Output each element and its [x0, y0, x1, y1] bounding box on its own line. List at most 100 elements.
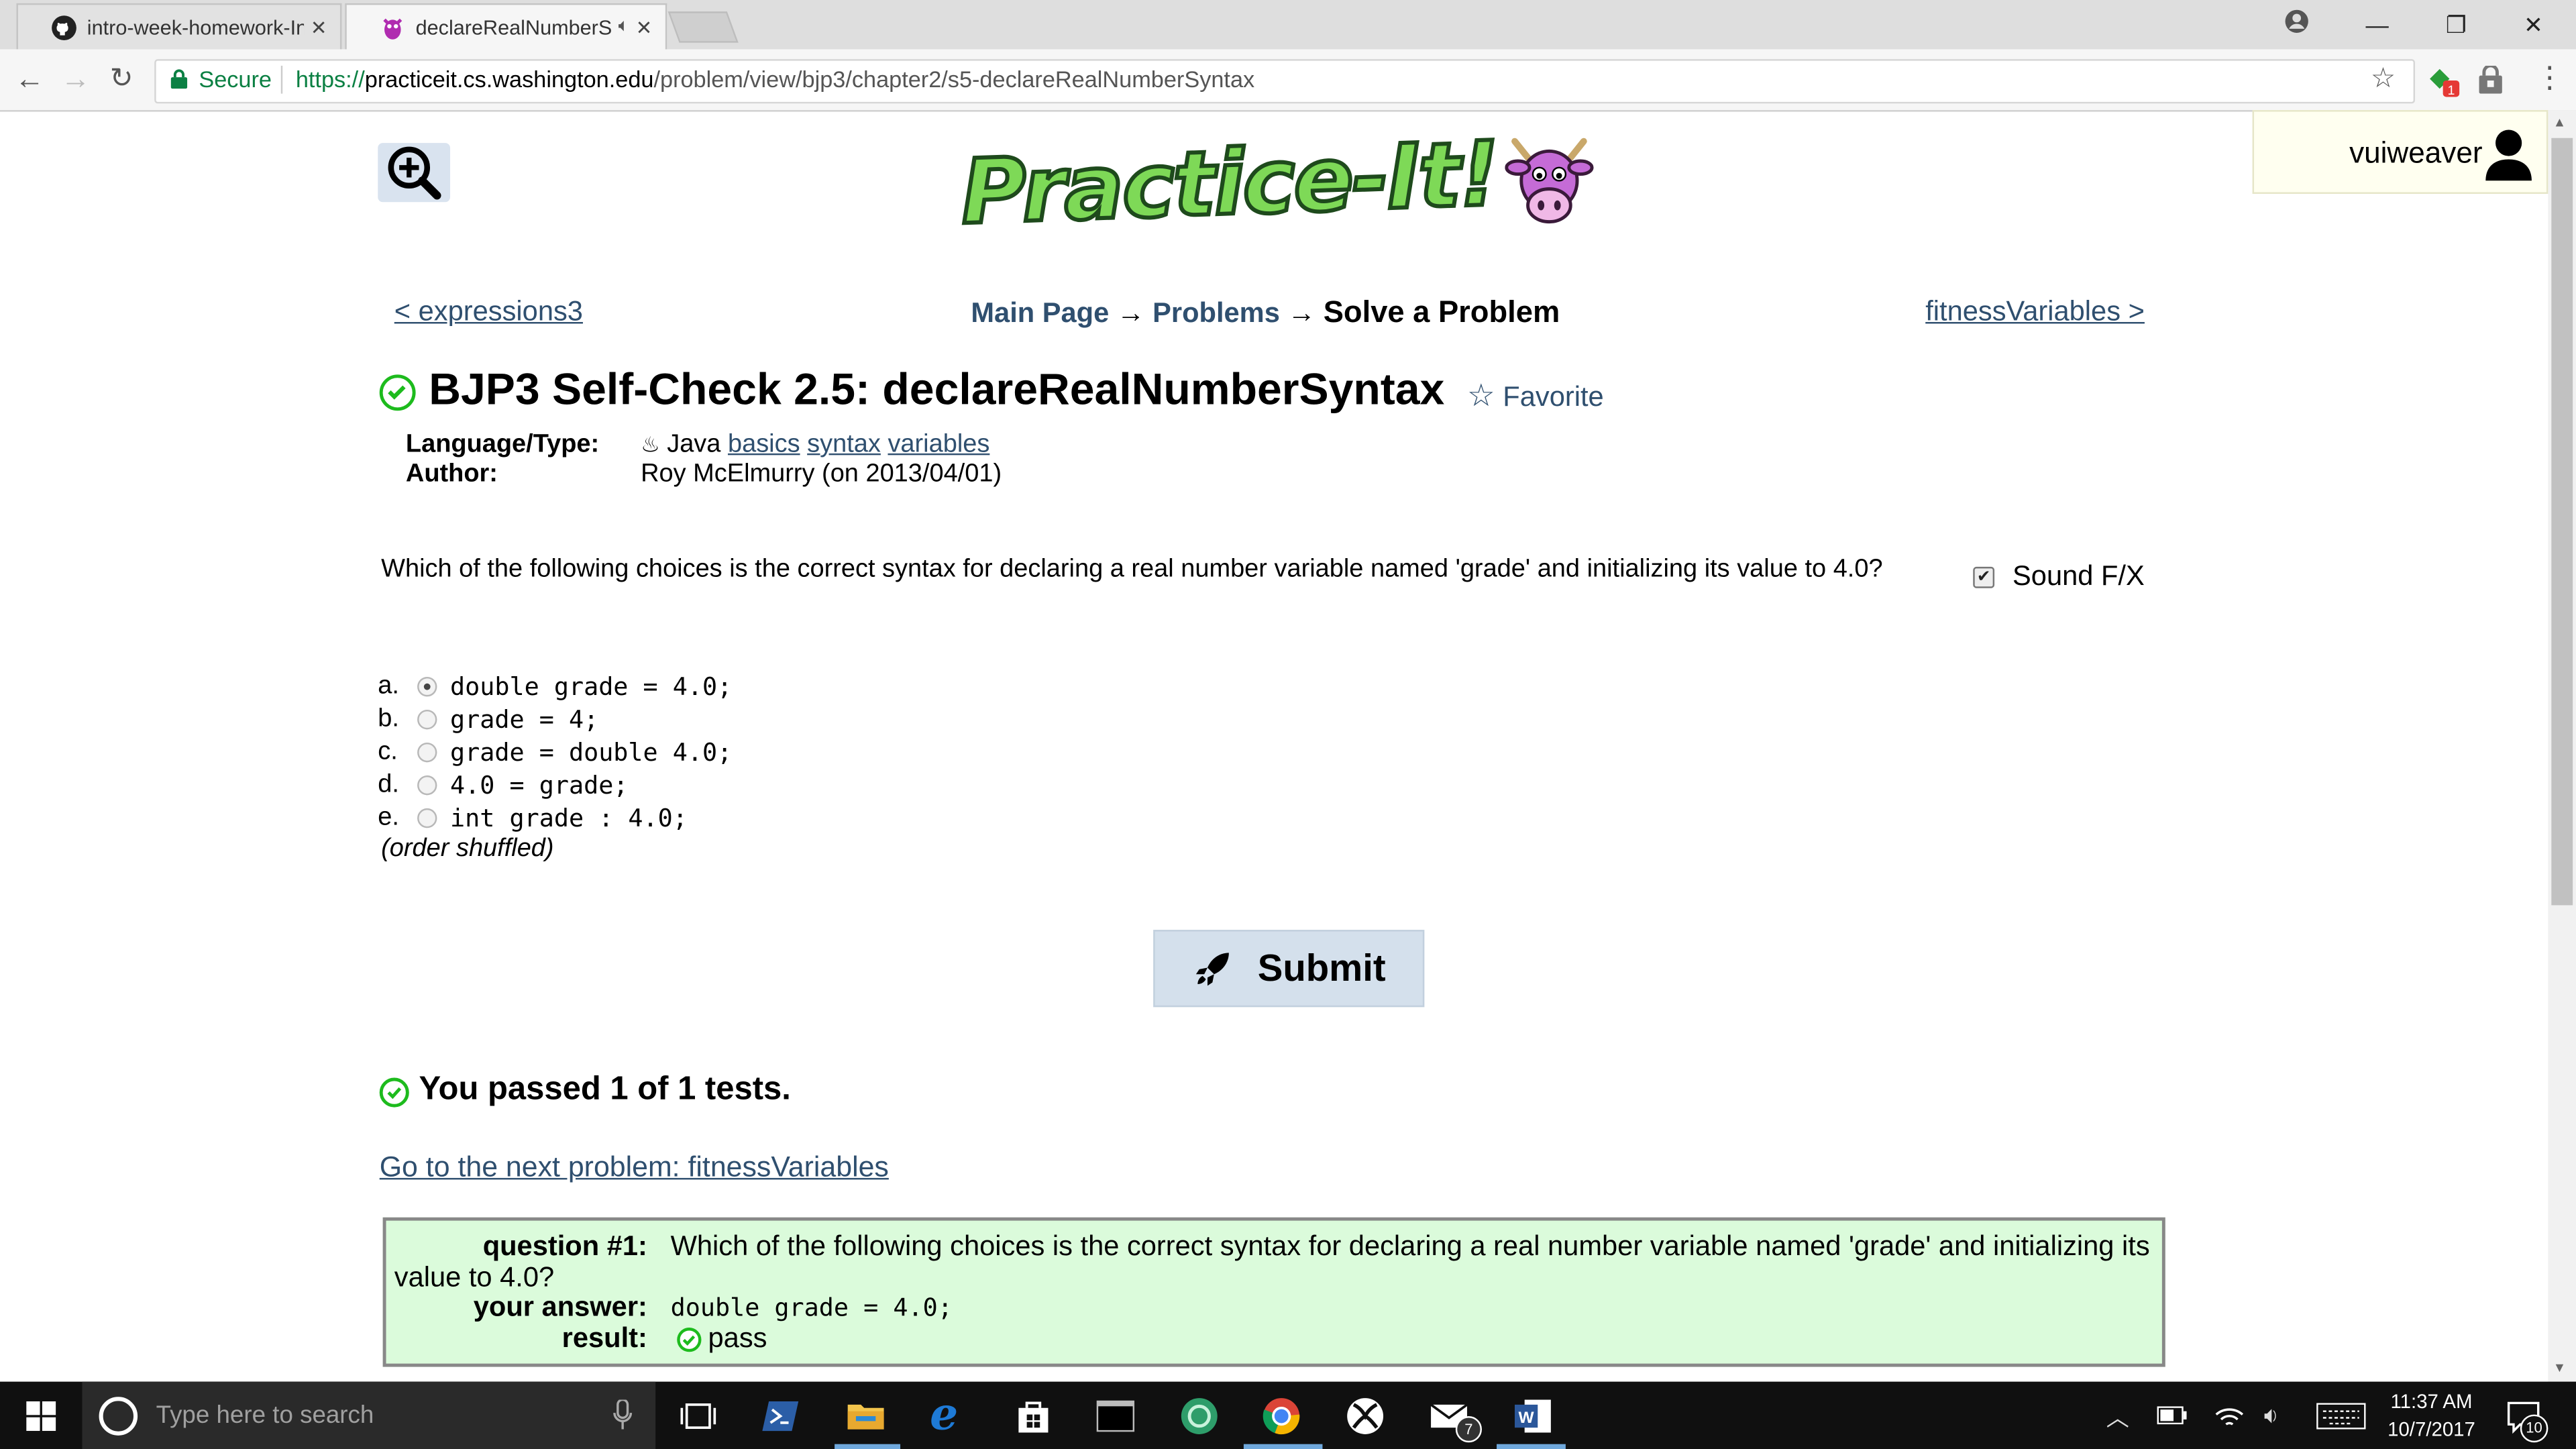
breadcrumb-arrow: → [1116, 297, 1145, 329]
result-status: pass [708, 1322, 767, 1354]
terminal-icon[interactable] [1095, 1397, 1135, 1436]
extension-icon[interactable]: 1 [2425, 62, 2461, 99]
close-tab-icon[interactable]: ✕ [636, 15, 653, 38]
breadcrumb: Main Page → Problems → Solve a Problem [971, 294, 1560, 330]
submit-button[interactable]: Submit [1153, 930, 1425, 1008]
battery-icon[interactable] [2157, 1406, 2187, 1425]
cow-mascot-icon [1505, 138, 1594, 224]
screen: intro-week-homework-In ✕ declareRealNumb… [0, 0, 2576, 1449]
show-hidden-icons[interactable]: ︿ [2106, 1401, 2129, 1434]
cortana-icon[interactable] [97, 1395, 140, 1438]
result-answer-label: your answer: [473, 1291, 647, 1323]
chrome-icon[interactable] [1262, 1397, 1301, 1436]
url-text[interactable]: https://practiceit.cs.washington.edu/pro… [296, 66, 1254, 92]
star-outline-icon: ☆ [1466, 379, 1495, 415]
next-problem-cta-text[interactable]: Go to the next problem: fitnessVariables [380, 1150, 889, 1183]
close-window-button[interactable]: ✕ [2496, 0, 2571, 49]
username[interactable]: vuiweaver [2349, 136, 2482, 170]
powershell-icon[interactable] [762, 1397, 802, 1436]
prev-problem-link[interactable]: < expressions3 [394, 296, 583, 329]
choice-a[interactable]: a. double grade = 4.0; [378, 670, 732, 703]
next-problem-link[interactable]: fitnessVariables > [1925, 296, 2145, 329]
active-app-indicator [1243, 1444, 1323, 1449]
choice-d[interactable]: d. 4.0 = grade; [378, 769, 628, 802]
secure-label: Secure [199, 65, 272, 93]
minimize-button[interactable]: — [2339, 0, 2415, 49]
radio-button[interactable] [417, 676, 437, 697]
url-scheme: https:// [295, 65, 365, 93]
word-icon[interactable]: W [1513, 1397, 1553, 1436]
tag-basics[interactable]: basics [728, 431, 800, 459]
radio-button[interactable] [417, 709, 437, 730]
tag-variables[interactable]: variables [888, 431, 989, 459]
restore-button[interactable]: ❐ [2418, 0, 2494, 49]
language-value: ♨ Java basics syntax variables [641, 431, 989, 460]
secure-indicator[interactable]: Secure [170, 65, 272, 93]
prev-problem-text[interactable]: < expressions3 [394, 296, 583, 327]
tag-syntax[interactable]: syntax [807, 431, 881, 459]
audio-playing-icon[interactable]: 🔈︎ [619, 16, 629, 38]
mail-badge: 7 [1455, 1416, 1482, 1443]
radio-button[interactable] [417, 742, 437, 763]
tab-practiceit[interactable]: declareRealNumberSy 🔈︎ ✕ [345, 3, 667, 50]
menu-icon[interactable]: ⋮ [2535, 61, 2565, 95]
submit-label: Submit [1257, 946, 1386, 989]
sound-fx-toggle[interactable]: ✔ Sound F/X [1973, 560, 2145, 593]
result-status-label: result: [561, 1322, 647, 1354]
choice-b[interactable]: b. grade = 4; [378, 703, 598, 736]
breadcrumb-current: Solve a Problem [1323, 294, 1560, 329]
bookmark-star-icon[interactable]: ☆ [2371, 62, 2396, 95]
choice-c[interactable]: c. grade = double 4.0; [378, 736, 732, 769]
microphone-icon[interactable] [612, 1399, 633, 1430]
clock-date: 10/7/2017 [2387, 1417, 2475, 1441]
keyboard-icon[interactable] [2316, 1403, 2366, 1430]
active-app-indicator [1497, 1444, 1566, 1449]
pass-check-icon [677, 1327, 702, 1352]
scroll-up-icon[interactable]: ▲ [2553, 115, 2566, 129]
extension-badge: 1 [2447, 83, 2455, 98]
system-clock[interactable]: 11:37 AM 10/7/2017 [2366, 1388, 2498, 1444]
radio-button[interactable] [417, 808, 437, 828]
solved-check-icon [379, 374, 416, 411]
forward-button[interactable]: → [56, 62, 95, 97]
user-icon[interactable] [2484, 128, 2533, 181]
tab-github[interactable]: intro-week-homework-In ✕ [16, 3, 342, 50]
breadcrumb-main-page[interactable]: Main Page [971, 297, 1109, 329]
app-circle-icon[interactable] [1179, 1397, 1219, 1436]
next-problem-text[interactable]: fitnessVariables > [1925, 296, 2145, 327]
zoom-button[interactable] [378, 143, 451, 203]
result-box: question #1: Which of the following choi… [382, 1217, 2165, 1367]
choice-letter: c. [378, 737, 398, 766]
practiceit-logo[interactable]: Practice-It! [957, 120, 1502, 246]
favorite-label: Favorite [1503, 381, 1604, 413]
back-button[interactable]: ← [10, 62, 50, 97]
radio-button[interactable] [417, 775, 437, 796]
choice-letter: d. [378, 770, 399, 799]
lock-extension-icon[interactable] [2477, 65, 2504, 94]
close-tab-icon[interactable]: ✕ [311, 15, 327, 38]
problem-title: BJP3 Self-Check 2.5: declareRealNumberSy… [429, 364, 1445, 415]
scrollbar-thumb[interactable] [2551, 138, 2573, 906]
task-view-icon[interactable] [678, 1397, 718, 1436]
author-value: Roy McElmurry (on 2013/04/01) [641, 460, 1002, 488]
breadcrumb-problems[interactable]: Problems [1152, 297, 1280, 329]
favorite-button[interactable]: ☆ Favorite [1467, 378, 1604, 415]
tab-title: declareRealNumberSy [415, 15, 612, 39]
choice-e[interactable]: e. int grade : 4.0; [378, 802, 688, 835]
store-icon[interactable] [1014, 1397, 1053, 1436]
volume-icon[interactable]: 🔉︎ [2264, 1401, 2279, 1430]
file-explorer-icon[interactable] [846, 1397, 885, 1436]
next-problem-cta[interactable]: Go to the next problem: fitnessVariables [380, 1150, 889, 1184]
windows-start-icon[interactable] [26, 1401, 56, 1432]
wifi-icon[interactable] [2214, 1401, 2244, 1428]
profile-icon[interactable] [2284, 8, 2310, 34]
scroll-down-icon[interactable]: ▼ [2553, 1360, 2566, 1375]
sound-fx-checkbox[interactable]: ✔ [1973, 566, 1995, 588]
edge-icon[interactable]: e [930, 1390, 958, 1441]
result-question-label: question #1: [482, 1230, 647, 1262]
github-icon [52, 15, 76, 40]
java-cup-icon: ♨ [641, 432, 660, 457]
new-tab-button[interactable] [667, 11, 739, 43]
reload-button[interactable]: ↻ [102, 62, 142, 95]
xbox-icon[interactable] [1346, 1397, 1385, 1436]
